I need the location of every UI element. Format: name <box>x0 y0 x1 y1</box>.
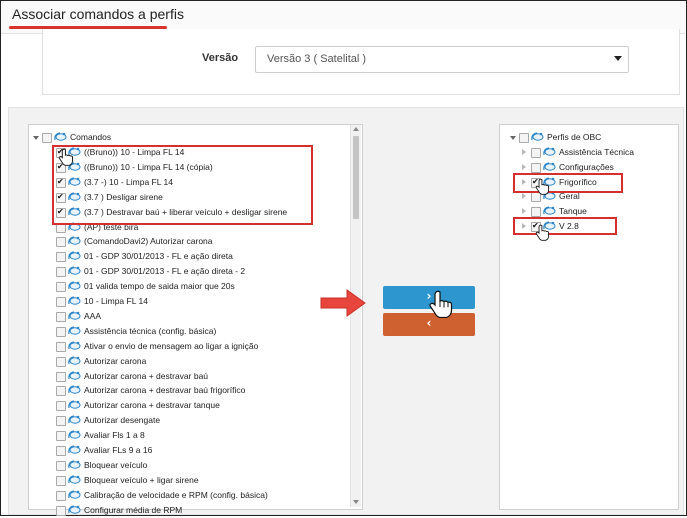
satellite-dish-icon <box>543 206 556 215</box>
red-arrow-icon <box>320 289 366 317</box>
item-checkbox[interactable] <box>56 475 66 486</box>
item-checkbox[interactable] <box>56 446 66 456</box>
satellite-dish-icon <box>68 475 81 484</box>
item-checkbox[interactable] <box>531 148 541 158</box>
satellite-dish-icon <box>68 415 81 424</box>
page-title: Associar comandos a perfis <box>12 6 184 22</box>
hand-pointer-icon <box>535 224 549 241</box>
item-checkbox[interactable] <box>56 356 66 367</box>
satellite-dish-icon <box>68 281 81 290</box>
satellite-dish-icon <box>68 311 81 320</box>
version-select[interactable]: Versão 3 ( Satelital ) <box>255 46 629 73</box>
tree-item-label: Avaliar Fls 1 a 8 <box>84 430 145 441</box>
item-checkbox[interactable] <box>56 311 66 322</box>
satellite-dish-icon <box>68 356 81 365</box>
expand-toggle-icon[interactable] <box>33 136 39 140</box>
tree-item-label: Bloquear veículo + ligar sirene <box>84 474 199 485</box>
item-checkbox[interactable] <box>56 267 66 278</box>
version-label: Versão <box>202 52 239 64</box>
tree-root-label: Perfis de OBC <box>547 132 602 142</box>
tree-item-label: (ComandoDavi2) Autorizar carona <box>84 236 213 247</box>
expand-toggle-icon[interactable] <box>522 149 526 155</box>
scroll-up-icon[interactable] <box>353 127 359 131</box>
hand-pointer-icon <box>535 178 549 195</box>
satellite-dish-icon <box>68 296 81 305</box>
item-checkbox[interactable] <box>531 162 541 173</box>
tree-item-label: Bloquear veículo <box>84 459 148 470</box>
version-select-value: Versão 3 ( Satelital ) <box>267 53 367 65</box>
item-checkbox[interactable] <box>56 401 66 412</box>
tree-item-label: AAA <box>84 310 102 321</box>
item-checkbox[interactable] <box>56 386 66 397</box>
selection-highlight-commands <box>52 145 313 225</box>
satellite-dish-icon <box>543 147 556 156</box>
tree-item-label: Assistência técnica (config. básica) <box>84 325 217 336</box>
satellite-dish-icon <box>68 326 81 335</box>
satellite-dish-icon <box>543 162 556 171</box>
item-checkbox[interactable] <box>56 371 66 382</box>
satellite-dish-icon <box>54 132 67 141</box>
satellite-dish-icon <box>68 505 81 514</box>
tree-item-label: Autorizar desengate <box>84 415 161 426</box>
tree-item-label: 01 - GDP 30/01/2013 - FL e ação direta -… <box>84 266 246 277</box>
root-checkbox[interactable] <box>42 133 52 143</box>
item-checkbox[interactable] <box>56 237 66 248</box>
chevron-down-icon <box>614 56 622 61</box>
tree-root-label: Comandos <box>70 132 112 142</box>
expand-toggle-icon[interactable] <box>522 193 526 200</box>
item-checkbox[interactable] <box>56 297 66 307</box>
selection-highlight-v28 <box>513 217 617 235</box>
tree-item-label: Autorizar carona + destravar baú <box>84 370 209 381</box>
item-checkbox[interactable] <box>56 460 66 471</box>
tree-item-label: Autorizar carona + destravar tanque <box>84 400 220 411</box>
hand-pointer-icon <box>58 148 73 166</box>
satellite-dish-icon <box>68 400 81 409</box>
expand-toggle-icon[interactable] <box>510 136 516 140</box>
satellite-dish-icon <box>68 341 81 350</box>
item-checkbox[interactable] <box>56 282 66 293</box>
tree-item-label: Autorizar carona <box>84 355 147 366</box>
tree-item-label: Calibração de velocidade e RPM (config. … <box>84 489 268 500</box>
chevron-left-icon: ‹ <box>426 316 432 330</box>
item-checkbox[interactable] <box>531 207 541 218</box>
satellite-dish-icon <box>68 430 81 439</box>
satellite-dish-icon <box>68 385 81 395</box>
satellite-dish-icon <box>68 236 81 246</box>
item-checkbox[interactable] <box>56 326 66 337</box>
tree-item-label: Ativar o envio de mensagem ao ligar a ig… <box>84 340 259 351</box>
hand-pointer-icon <box>429 290 453 318</box>
tree-item-label: 01 valida tempo de saida maior que 20s <box>84 281 235 292</box>
tree-item-label: Avaliar FLs 9 a 16 <box>84 445 153 455</box>
root-checkbox[interactable] <box>519 133 529 143</box>
satellite-dish-icon <box>68 490 81 499</box>
satellite-dish-icon <box>68 445 81 454</box>
item-checkbox[interactable] <box>56 490 66 501</box>
item-checkbox[interactable] <box>56 431 66 442</box>
scroll-down-icon[interactable] <box>353 500 359 504</box>
satellite-dish-icon <box>68 370 81 380</box>
item-checkbox[interactable] <box>56 252 66 263</box>
item-checkbox[interactable] <box>56 505 66 516</box>
tree-item-label: Assistência Técnica <box>559 147 634 157</box>
satellite-dish-icon <box>68 460 81 469</box>
item-checkbox[interactable] <box>56 416 66 427</box>
scroll-thumb[interactable] <box>353 136 359 219</box>
satellite-dish-icon <box>531 132 544 141</box>
item-checkbox[interactable] <box>56 341 66 352</box>
satellite-dish-icon <box>68 266 81 275</box>
selection-highlight-frigorifico <box>513 173 623 193</box>
tree-item-label: 10 - Limpa FL 14 <box>84 296 148 306</box>
satellite-dish-icon <box>68 251 81 260</box>
tree-item-label: 01 - GDP 30/01/2013 - FL e ação direta <box>84 251 233 262</box>
expand-toggle-icon[interactable] <box>522 163 526 170</box>
expand-toggle-icon[interactable] <box>522 208 526 215</box>
tree-item-label: Autorizar carona + destravar baú frigorí… <box>84 385 246 396</box>
tree-item-label: Configurar média de RPM <box>84 504 183 515</box>
